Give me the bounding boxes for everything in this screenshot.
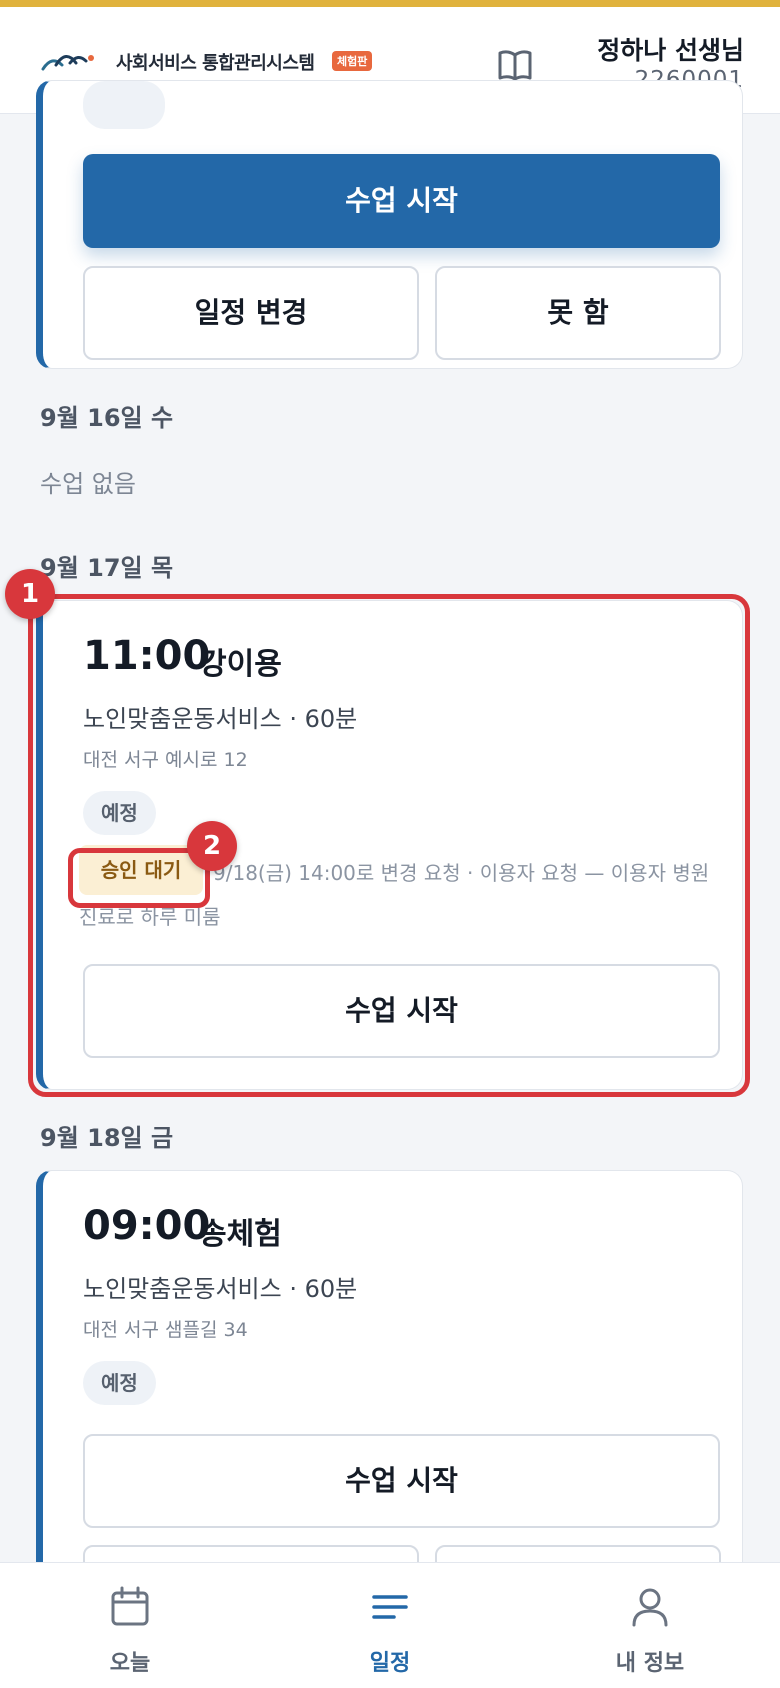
nav-schedule[interactable]: 일정	[310, 1563, 470, 1688]
user-name: 정하나 선생님	[597, 36, 744, 65]
highlight-card-outline	[28, 594, 750, 1097]
nav-label: 오늘	[109, 1651, 151, 1676]
step-marker-2: 2	[187, 821, 237, 871]
start-class-button[interactable]: 수업 시작	[83, 1434, 720, 1528]
no-class-label: 수업 없음	[40, 470, 136, 498]
nav-today[interactable]: 오늘	[50, 1563, 210, 1688]
top-accent-strip	[0, 0, 780, 7]
cannot-attend-button[interactable]: 못 함	[435, 266, 721, 360]
nav-label: 일정	[369, 1651, 411, 1676]
client-name: 송체험	[199, 1217, 282, 1252]
class-time: 09:00	[83, 1203, 211, 1249]
trial-badge: 체험판	[332, 51, 373, 71]
reschedule-button[interactable]: 일정 변경	[83, 266, 419, 360]
service-info: 노인맞춤운동서비스 · 60분	[83, 1275, 358, 1303]
address: 대전 서구 샘플길 34	[83, 1319, 248, 1341]
list-icon	[372, 1595, 408, 1619]
bottom-nav: 오늘 일정 내 정보	[0, 1562, 780, 1688]
step-marker-1: 1	[5, 569, 55, 619]
date-heading: 9월 18일 금	[40, 1124, 174, 1152]
schedule-card[interactable]: 09:00 송체험 노인맞춤운동서비스 · 60분 대전 서구 샘플길 34 예…	[36, 1170, 743, 1639]
nav-label: 내 정보	[615, 1651, 685, 1676]
brand-name: 사회서비스 통합관리시스템	[116, 53, 315, 74]
person-icon	[632, 1588, 668, 1627]
start-class-button[interactable]: 수업 시작	[83, 154, 720, 248]
date-heading: 9월 17일 목	[40, 554, 174, 582]
status-pill: 예정	[83, 1361, 156, 1405]
status-pill	[83, 81, 165, 129]
brand-logo-icon	[41, 55, 94, 71]
book-icon[interactable]	[495, 45, 535, 85]
nav-my-info[interactable]: 내 정보	[570, 1563, 730, 1688]
calendar-icon	[111, 1586, 149, 1626]
date-heading: 9월 16일 수	[40, 404, 174, 432]
schedule-card: 수업 시작 일정 변경 못 함	[36, 80, 743, 369]
